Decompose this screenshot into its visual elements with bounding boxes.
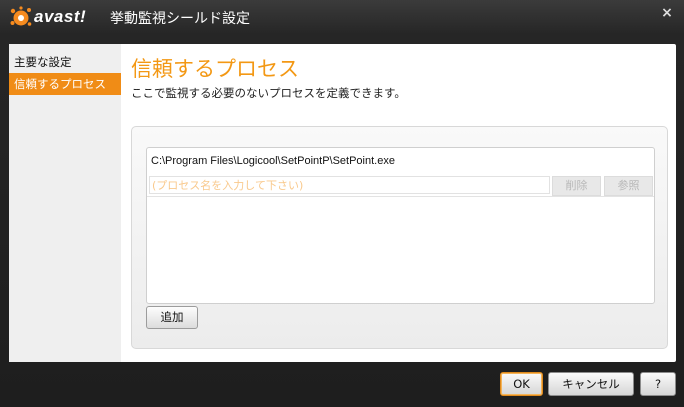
sidebar-item-label: 信頼するプロセス	[14, 77, 106, 91]
sidebar: 主要な設定 信頼するプロセス	[9, 44, 121, 362]
settings-window: avast! 挙動監視シールド設定 × 主要な設定 信頼するプロセス 信頼するプ…	[0, 0, 684, 407]
process-panel: C:\Program Files\Logicool\SetPointP\SetP…	[131, 126, 668, 349]
client-area: 主要な設定 信頼するプロセス 信頼するプロセス ここで監視する必要のないプロセス…	[9, 44, 676, 362]
ok-button[interactable]: OK	[500, 372, 543, 396]
avast-logo: avast!	[10, 6, 86, 28]
cancel-button[interactable]: キャンセル	[548, 372, 634, 396]
delete-button[interactable]: 削除	[552, 176, 601, 196]
sidebar-item-trusted-processes[interactable]: 信頼するプロセス	[9, 73, 121, 95]
title-bar: avast! 挙動監視シールド設定 ×	[0, 0, 684, 34]
window-title: 挙動監視シールド設定	[110, 11, 250, 27]
avast-ball-icon	[10, 6, 32, 26]
sidebar-item-label: 主要な設定	[14, 55, 72, 69]
sidebar-item-main-settings[interactable]: 主要な設定	[9, 51, 121, 73]
main-content: 信頼するプロセス ここで監視する必要のないプロセスを定義できます。 C:\Pro…	[121, 44, 676, 362]
close-button[interactable]: ×	[656, 4, 678, 22]
process-list: C:\Program Files\Logicool\SetPointP\SetP…	[146, 147, 655, 304]
page-description: ここで監視する必要のないプロセスを定義できます。	[131, 86, 406, 100]
process-name-input[interactable]	[149, 176, 550, 194]
logo-text: avast!	[34, 7, 87, 26]
list-item[interactable]: C:\Program Files\Logicool\SetPointP\SetP…	[151, 155, 395, 167]
process-input-row: 削除 参照	[147, 175, 654, 197]
help-button[interactable]: ?	[640, 372, 676, 396]
close-icon: ×	[661, 5, 673, 21]
add-button[interactable]: 追加	[146, 306, 198, 329]
page-title: 信頼するプロセス	[131, 57, 299, 81]
browse-button[interactable]: 参照	[604, 176, 653, 196]
